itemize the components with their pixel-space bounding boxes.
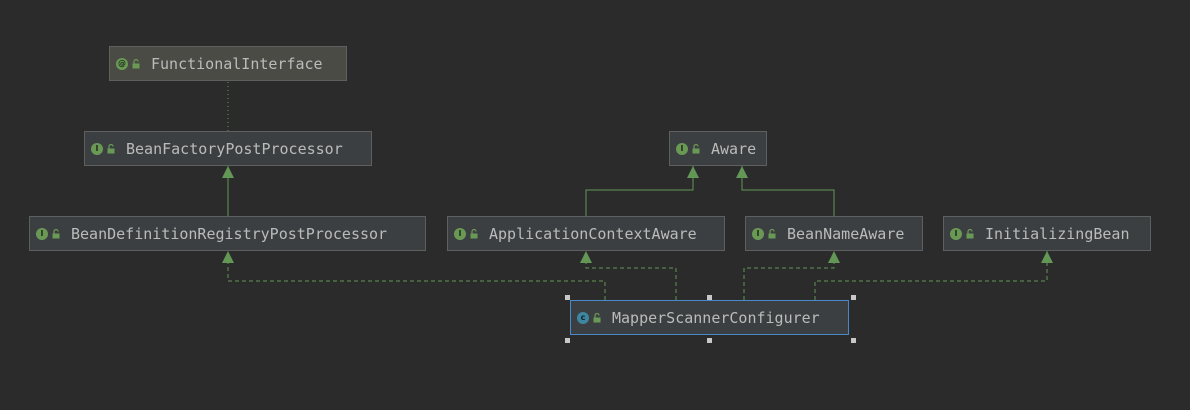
edge-extends-aware-from-bean-name-aware bbox=[736, 166, 835, 216]
node-label: BeanDefinitionRegistryPostProcessor bbox=[71, 224, 388, 243]
node-bean-factory-post-processor[interactable]: I BeanFactoryPostProcessor bbox=[84, 131, 372, 166]
node-functional-interface[interactable]: @ FunctionalInterface bbox=[109, 46, 347, 81]
unlocked-icon bbox=[692, 143, 700, 153]
unlocked-icon bbox=[52, 228, 60, 238]
node-label: BeanNameAware bbox=[787, 224, 905, 243]
selection-handle-top-left[interactable] bbox=[565, 295, 570, 300]
edge-implements-initializing-bean bbox=[814, 251, 1053, 300]
unlocked-icon bbox=[593, 312, 601, 322]
unlocked-icon bbox=[768, 228, 776, 238]
selection-handle-bottom-right[interactable] bbox=[851, 338, 856, 343]
node-application-context-aware[interactable]: I ApplicationContextAware bbox=[447, 216, 725, 251]
node-initializing-bean[interactable]: I InitializingBean bbox=[943, 216, 1151, 251]
selection-handle-top-right[interactable] bbox=[851, 295, 856, 300]
node-bean-name-aware[interactable]: I BeanNameAware bbox=[745, 216, 923, 251]
node-label: MapperScannerConfigurer bbox=[612, 308, 820, 327]
unlocked-icon bbox=[132, 58, 140, 68]
node-bean-definition-registry-post-processor[interactable]: I BeanDefinitionRegistryPostProcessor bbox=[29, 216, 426, 251]
edge-implements-bean-definition-registry-post-processor bbox=[222, 251, 606, 300]
selection-handle-bottom-left[interactable] bbox=[565, 338, 570, 343]
class-icon: c bbox=[577, 311, 589, 324]
interface-icon: I bbox=[454, 227, 466, 240]
edge-extends-aware-from-application-context-aware bbox=[585, 166, 699, 216]
interface-icon: I bbox=[676, 142, 688, 155]
selection-handle-bottom-center[interactable] bbox=[707, 338, 712, 343]
annotation-icon: @ bbox=[116, 57, 128, 70]
interface-icon: I bbox=[950, 227, 962, 240]
node-label: BeanFactoryPostProcessor bbox=[126, 139, 343, 158]
node-label: Aware bbox=[711, 139, 757, 158]
selection-handle-top-center[interactable] bbox=[707, 295, 712, 300]
unlocked-icon bbox=[107, 143, 115, 153]
node-label: FunctionalInterface bbox=[151, 54, 323, 73]
interface-icon: I bbox=[752, 227, 764, 240]
interface-icon: I bbox=[91, 142, 103, 155]
edge-implements-application-context-aware bbox=[580, 251, 677, 300]
node-label: InitializingBean bbox=[985, 224, 1130, 243]
node-mapper-scanner-configurer[interactable]: c MapperScannerConfigurer bbox=[570, 300, 849, 335]
unlocked-icon bbox=[470, 228, 478, 238]
node-aware[interactable]: I Aware bbox=[669, 131, 767, 166]
node-label: ApplicationContextAware bbox=[489, 224, 697, 243]
unlocked-icon bbox=[966, 228, 974, 238]
interface-icon: I bbox=[36, 227, 48, 240]
edge-implements-bean-name-aware bbox=[743, 251, 840, 300]
uml-diagram-canvas: @ FunctionalInterface I BeanFactoryPostP… bbox=[0, 0, 1190, 410]
